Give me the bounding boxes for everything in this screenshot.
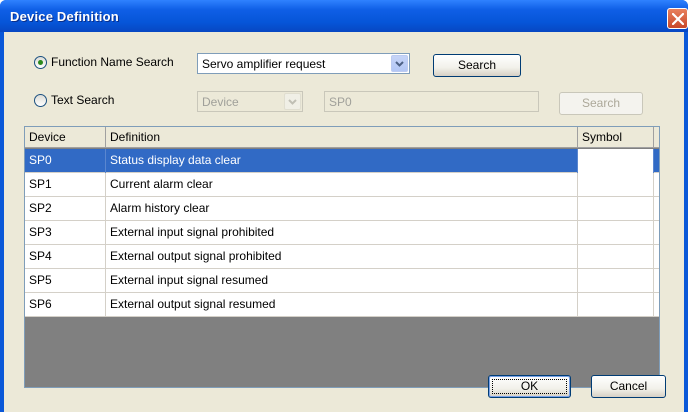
cell-device[interactable]: SP1: [25, 173, 106, 197]
title-bar[interactable]: Device Definition: [0, 0, 688, 32]
chevron-down-icon[interactable]: [284, 93, 301, 110]
focus-rectangle: [492, 379, 567, 394]
function-name-combo-value: Servo amplifier request: [202, 57, 326, 71]
function-name-search-label[interactable]: Function Name Search: [51, 55, 174, 69]
function-name-combo[interactable]: Servo amplifier request: [197, 53, 410, 74]
cell-device[interactable]: SP5: [25, 269, 106, 293]
device-table[interactable]: Device Definition Symbol SP0 Status displ…: [24, 126, 660, 388]
column-header-device[interactable]: Device: [25, 127, 106, 148]
device-combo[interactable]: Device: [197, 91, 303, 112]
table-row[interactable]: SP5 External input signal resumed: [25, 269, 659, 293]
device-combo-value: Device: [202, 95, 239, 109]
cell-definition[interactable]: Alarm history clear: [106, 197, 578, 221]
table-row[interactable]: SP1 Current alarm clear: [25, 173, 659, 197]
window-title: Device Definition: [10, 9, 119, 24]
cell-definition[interactable]: External output signal prohibited: [106, 245, 578, 269]
table-header: Device Definition Symbol: [25, 127, 659, 148]
cell-symbol[interactable]: [578, 221, 654, 245]
cancel-button[interactable]: Cancel: [591, 375, 666, 398]
cell-symbol[interactable]: [578, 197, 654, 221]
table-row[interactable]: SP2 Alarm history clear: [25, 197, 659, 221]
chevron-down-icon[interactable]: [391, 55, 408, 72]
device-definition-window: Device Definition Function Name Search S…: [0, 0, 688, 412]
function-name-search-radio[interactable]: [34, 56, 47, 69]
cell-definition[interactable]: Current alarm clear: [106, 173, 578, 197]
text-search-input[interactable]: SP0: [324, 91, 539, 112]
close-button[interactable]: [667, 8, 688, 29]
radio-selected-dot: [38, 60, 43, 65]
cell-symbol[interactable]: [578, 269, 654, 293]
column-header-definition[interactable]: Definition: [106, 127, 578, 148]
cell-symbol[interactable]: [578, 245, 654, 269]
cell-definition[interactable]: Status display data clear: [106, 149, 578, 173]
cell-symbol[interactable]: [578, 293, 654, 317]
dialog-body: Function Name Search Servo amplifier req…: [4, 32, 684, 412]
table-row[interactable]: SP0 Status display data clear: [25, 149, 659, 173]
function-search-button[interactable]: Search: [433, 54, 521, 77]
cell-definition[interactable]: External output signal resumed: [106, 293, 578, 317]
table-row[interactable]: SP6 External output signal resumed: [25, 293, 659, 317]
text-search-input-value: SP0: [329, 95, 352, 109]
table-row[interactable]: SP4 External output signal prohibited: [25, 245, 659, 269]
cell-device[interactable]: SP4: [25, 245, 106, 269]
cell-device[interactable]: SP0: [25, 149, 106, 173]
cell-device[interactable]: SP6: [25, 293, 106, 317]
cell-symbol[interactable]: [578, 173, 654, 197]
table-row[interactable]: SP3 External input signal prohibited: [25, 221, 659, 245]
cell-device[interactable]: SP2: [25, 197, 106, 221]
ok-button[interactable]: OK: [488, 375, 571, 398]
close-icon: [672, 13, 684, 25]
cell-device[interactable]: SP3: [25, 221, 106, 245]
cell-definition[interactable]: External input signal resumed: [106, 269, 578, 293]
text-search-label[interactable]: Text Search: [51, 93, 114, 107]
column-header-symbol[interactable]: Symbol: [578, 127, 654, 148]
cell-definition[interactable]: External input signal prohibited: [106, 221, 578, 245]
text-search-radio[interactable]: [34, 94, 47, 107]
cell-symbol[interactable]: [578, 149, 654, 173]
text-search-button[interactable]: Search: [559, 92, 643, 115]
